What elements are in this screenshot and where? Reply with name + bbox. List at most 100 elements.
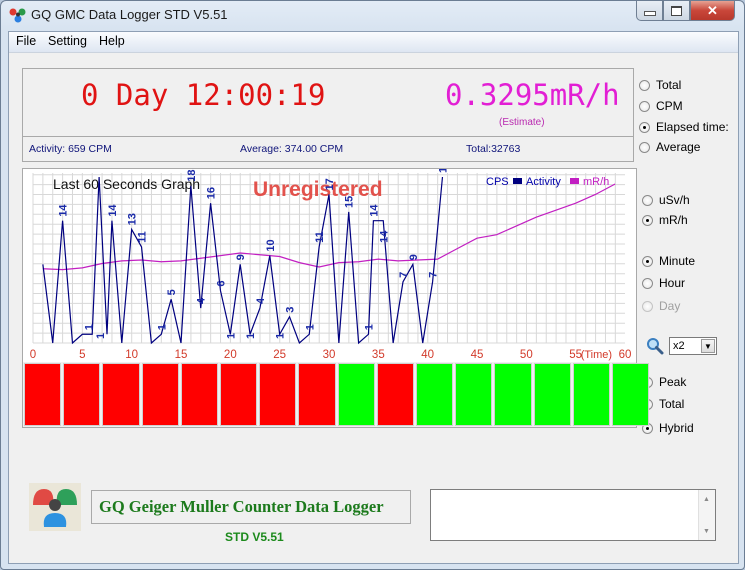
data-label: 4 xyxy=(255,297,267,304)
data-label: 1 xyxy=(156,324,168,330)
status-bar-cell xyxy=(63,363,101,426)
data-label: 16 xyxy=(206,187,218,199)
radio-label: Average xyxy=(656,140,701,154)
elapsed-time-display: 0 Day 12:00:19 xyxy=(81,78,326,112)
status-bar-cell xyxy=(533,363,571,426)
data-label: 10 xyxy=(265,239,277,251)
data-label: 19 xyxy=(437,169,449,173)
close-button[interactable]: ✕ xyxy=(690,1,735,21)
data-label: 1 xyxy=(275,333,287,339)
x-tick-label: 60 xyxy=(619,349,632,361)
data-label: 3 xyxy=(285,307,297,313)
radio-display-total[interactable]: Total xyxy=(639,78,681,92)
radio-scale-hour[interactable]: Hour xyxy=(642,276,685,290)
log-memo[interactable]: ▲ ▼ xyxy=(430,489,716,541)
data-label: 9 xyxy=(408,254,420,260)
data-label: 6 xyxy=(215,280,227,286)
x-axis-label: (Time) xyxy=(581,349,612,361)
minimize-button[interactable] xyxy=(636,1,663,21)
radio-label: Hour xyxy=(659,276,686,290)
radio-display-average[interactable]: Average xyxy=(639,140,700,154)
cps-chart: Last 60 Seconds Graph Unregistered CPS Acti… xyxy=(30,169,632,361)
title-bar[interactable]: GQ GMC Data Logger STD V5.51 ✕ xyxy=(1,1,744,31)
menu-setting[interactable]: Setting xyxy=(48,34,87,48)
zoom-select[interactable]: x2 ▼ xyxy=(669,337,717,355)
maximize-button[interactable] xyxy=(663,1,690,21)
data-label: 1 xyxy=(363,324,375,330)
status-bar-cell xyxy=(220,363,258,426)
status-bar-cell xyxy=(494,363,532,426)
x-tick-label: 30 xyxy=(323,349,336,361)
radio-indicator xyxy=(639,79,650,91)
radio-display-cpm[interactable]: CPM xyxy=(639,99,683,113)
menu-bar: File Setting Help xyxy=(9,32,738,53)
app-window: GQ GMC Data Logger STD V5.51 ✕ File Sett… xyxy=(0,0,745,570)
x-tick-label: 45 xyxy=(471,349,484,361)
activity-stat: Activity: 659 CPM xyxy=(29,143,112,155)
data-label: 1 xyxy=(225,333,237,339)
status-bar-cell xyxy=(416,363,454,426)
menu-help[interactable]: Help xyxy=(99,34,125,48)
data-label: 15 xyxy=(344,196,356,208)
watermark-text: Unregistered xyxy=(253,178,383,201)
radio-label: Total xyxy=(659,397,685,411)
data-label: 14 xyxy=(58,204,70,217)
x-tick-label: 5 xyxy=(79,349,85,361)
data-label: 14 xyxy=(368,204,380,217)
memo-scrollbar[interactable]: ▲ ▼ xyxy=(698,490,715,540)
status-bar-cell xyxy=(298,363,336,426)
data-label: 1 xyxy=(245,333,257,339)
radio-indicator xyxy=(642,194,653,206)
data-label: 13 xyxy=(127,213,139,225)
status-bar-cell xyxy=(612,363,650,426)
data-label: 14 xyxy=(107,204,119,217)
x-tick-label: 40 xyxy=(421,349,434,361)
radio-unit-usv[interactable]: uSv/h xyxy=(642,193,690,207)
menu-file[interactable]: File xyxy=(16,34,36,48)
data-label: 11 xyxy=(314,231,326,243)
average-stat: Average: 374.00 CPM xyxy=(240,143,344,155)
x-tick-label: 20 xyxy=(224,349,237,361)
status-bar-cell xyxy=(455,363,493,426)
data-label: 7 xyxy=(428,272,440,278)
data-label: 1 xyxy=(95,333,107,339)
status-bar-strip xyxy=(23,362,650,427)
status-bar-cell xyxy=(376,363,414,426)
status-bar-cell xyxy=(337,363,375,426)
total-stat: Total:32763 xyxy=(466,143,521,155)
radio-label: Total xyxy=(656,78,682,92)
status-bar-cell xyxy=(259,363,297,426)
radio-label: Hybrid xyxy=(659,421,694,435)
data-label: 14 xyxy=(378,230,390,243)
dose-rate-display: 0.3295mR/h xyxy=(445,78,620,112)
maximize-icon xyxy=(671,5,682,16)
scroll-up-icon[interactable]: ▲ xyxy=(703,496,710,503)
window-title: GQ GMC Data Logger STD V5.51 xyxy=(31,7,228,22)
radio-display-elapsed[interactable]: Elapsed time: xyxy=(639,120,729,134)
data-label: 1 xyxy=(83,324,95,330)
x-tick-label: 10 xyxy=(125,349,138,361)
radio-scale-day: Day xyxy=(642,299,680,313)
radio-label: mR/h xyxy=(659,213,688,227)
close-icon: ✕ xyxy=(707,2,718,18)
client-area: File Setting Help 0 Day 12:00:19 0.3295m… xyxy=(8,31,739,564)
version-label: STD V5.51 xyxy=(225,530,284,544)
zoom-value: x2 xyxy=(673,340,685,352)
status-bar-cell xyxy=(102,363,140,426)
magnifier-icon xyxy=(647,338,664,355)
data-label: 5 xyxy=(166,289,178,295)
x-tick-label: 15 xyxy=(175,349,188,361)
status-bar-cell xyxy=(141,363,179,426)
radio-scale-minute[interactable]: Minute xyxy=(642,254,695,268)
x-tick-label: 50 xyxy=(520,349,533,361)
status-bar-cell xyxy=(572,363,610,426)
status-bar-cell xyxy=(24,363,62,426)
scroll-down-icon[interactable]: ▼ xyxy=(703,528,710,535)
radio-bar-hybrid[interactable]: Hybrid xyxy=(642,421,694,435)
chart-title: Last 60 Seconds Graph xyxy=(53,176,200,192)
dropdown-arrow-icon[interactable]: ▼ xyxy=(701,339,715,353)
radio-label: Peak xyxy=(659,375,687,389)
x-tick-label: 25 xyxy=(273,349,286,361)
graph-panel: Last 60 Seconds Graph Unregistered CPS Acti… xyxy=(22,168,650,428)
radio-unit-mr[interactable]: mR/h xyxy=(642,213,688,227)
